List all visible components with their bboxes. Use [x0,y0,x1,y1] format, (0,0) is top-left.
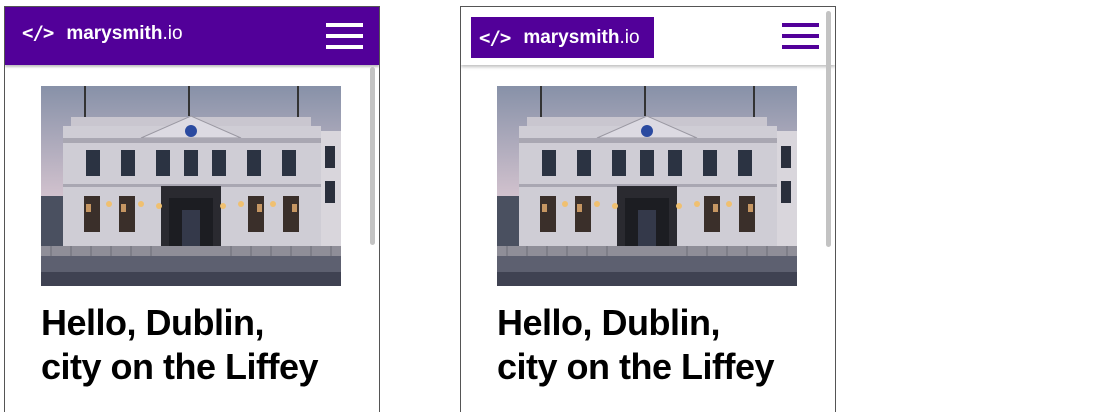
headline-line-2: city on the Liffey [497,346,775,387]
site-header: </> marysmith .io [461,7,835,65]
brand-tld: .io [619,26,640,48]
hero-image [41,86,341,286]
headline-line-1: Hello, Dublin, [497,302,721,343]
brand-tld: .io [162,23,183,44]
site-logo[interactable]: </> marysmith .io [471,17,654,58]
code-brackets-icon: </> [22,22,54,44]
brand-name: marysmith [523,26,620,48]
hamburger-menu-icon[interactable] [326,23,363,49]
article-headline: Hello, Dublin, city on the Liffey [41,301,361,389]
hero-image [497,86,797,286]
site-header: </> marysmith .io [5,7,379,65]
mobile-preview-white-header: </> marysmith .io Hello, Dublin, city on… [460,6,836,412]
headline-line-1: Hello, Dublin, [41,302,265,343]
hamburger-menu-icon[interactable] [782,23,819,49]
scrollbar[interactable] [370,67,375,245]
article-headline: Hello, Dublin, city on the Liffey [497,301,817,389]
site-logo[interactable]: </> marysmith .io [22,22,183,45]
brand-name: marysmith [66,23,163,44]
mobile-preview-purple-header: </> marysmith .io Hello, Dublin, city on… [4,6,380,412]
code-brackets-icon: </> [479,26,511,49]
scrollbar[interactable] [826,11,831,247]
headline-line-2: city on the Liffey [41,346,319,387]
